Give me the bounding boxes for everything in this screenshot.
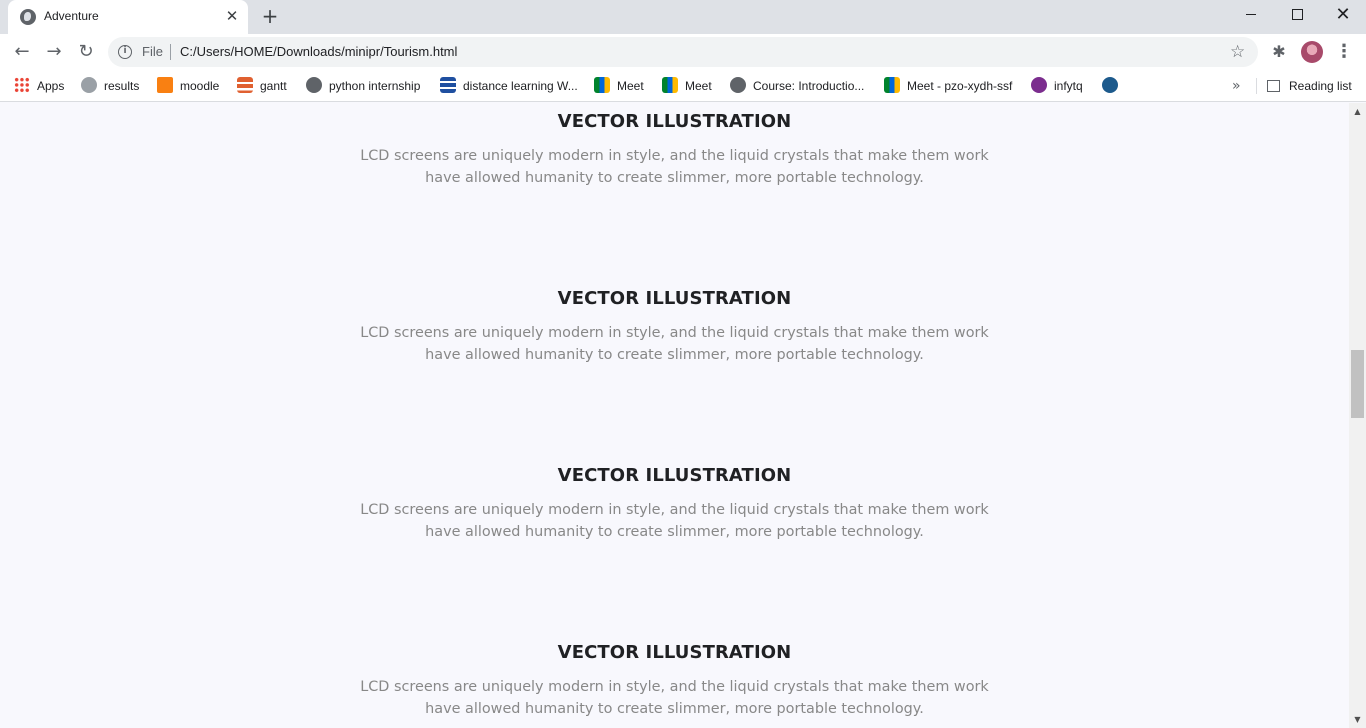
scheme-label: File	[142, 44, 163, 59]
bookmark-moodle[interactable]: moodle	[157, 76, 219, 96]
back-arrow-icon[interactable]: ←	[10, 40, 34, 64]
reload-icon[interactable]: ↻	[74, 40, 98, 64]
bookmark-meet-2[interactable]: Meet	[662, 76, 712, 96]
profile-avatar[interactable]	[1301, 41, 1323, 63]
menu-kebab-icon[interactable]: ⋮	[1334, 41, 1354, 63]
bookmark-apps[interactable]: Apps	[14, 76, 64, 96]
feature-description: LCD screens are uniquely modern in style…	[360, 325, 989, 363]
bookmark-course[interactable]: Course: Introductio...	[730, 76, 864, 96]
infytq-icon	[1031, 77, 1047, 93]
bookmark-label: moodle	[180, 79, 220, 93]
feature-description: LCD screens are uniquely modern in style…	[360, 148, 989, 186]
minimize-button[interactable]	[1228, 0, 1274, 30]
bookmark-infytq[interactable]: infytq	[1031, 76, 1083, 96]
bookmark-label: infytq	[1054, 79, 1083, 93]
bookmark-label: distance learning W...	[463, 79, 578, 93]
feature-title: VECTOR ILLUSTRATION	[557, 288, 792, 309]
scrollbar-thumb[interactable]	[1351, 350, 1364, 418]
globe-icon	[20, 9, 36, 25]
bookmark-label: python internship	[329, 79, 421, 93]
divider	[1256, 78, 1257, 94]
close-tab-icon[interactable]: ✕	[222, 6, 242, 26]
forward-arrow-icon[interactable]: →	[42, 40, 66, 64]
reading-list-icon	[1267, 80, 1280, 92]
apps-grid-icon	[14, 77, 30, 93]
restore-button[interactable]	[1274, 0, 1320, 30]
scroll-up-arrow-icon[interactable]: ▲	[1349, 103, 1366, 120]
tab-strip: Adventure ✕ + ✕	[0, 0, 1366, 34]
bookmark-label: Course: Introductio...	[753, 79, 865, 93]
feature-block: VECTOR ILLUSTRATION LCD screens are uniq…	[0, 286, 1349, 366]
moodle-icon	[157, 77, 173, 93]
address-bar[interactable]: i File C:/Users/HOME/Downloads/minipr/To…	[108, 37, 1258, 67]
meet-icon	[662, 77, 678, 93]
globe-icon	[730, 77, 746, 93]
bookmark-icon	[1102, 77, 1118, 93]
divider	[170, 44, 171, 60]
results-icon	[81, 77, 97, 93]
bookmark-meet-3[interactable]: Meet - pzo-xydh-ssf	[884, 76, 1012, 96]
url-text[interactable]: C:/Users/HOME/Downloads/minipr/Tourism.h…	[180, 44, 457, 59]
reading-list-label: Reading list	[1289, 79, 1352, 93]
bookmark-label: Meet	[617, 79, 644, 93]
bookmark-star-icon[interactable]: ☆	[1230, 42, 1245, 62]
meet-icon	[594, 77, 610, 93]
bookmark-meet-1[interactable]: Meet	[594, 76, 644, 96]
reading-list-button[interactable]: Reading list	[1267, 76, 1352, 96]
bookmark-distance-learning[interactable]: distance learning W...	[440, 76, 578, 96]
bookmark-label: Meet	[685, 79, 712, 93]
feature-title: VECTOR ILLUSTRATION	[557, 465, 792, 486]
feature-block: VECTOR ILLUSTRATION LCD screens are uniq…	[0, 640, 1349, 720]
bookmark-results[interactable]: results	[81, 76, 139, 96]
vertical-scrollbar[interactable]: ▲ ▼	[1349, 103, 1366, 728]
distance-learning-icon	[440, 77, 456, 93]
bookmark-label: results	[104, 79, 140, 93]
bookmarks-bar: Apps results moodle gantt python interns…	[0, 70, 1366, 102]
feature-description: LCD screens are uniquely modern in style…	[360, 502, 989, 540]
browser-toolbar: ← → ↻ i File C:/Users/HOME/Downloads/min…	[0, 34, 1366, 70]
feature-block: VECTOR ILLUSTRATION LCD screens are uniq…	[0, 463, 1349, 543]
bookmark-unlabeled[interactable]	[1102, 76, 1125, 96]
page-viewport: VECTOR ILLUSTRATION LCD screens are uniq…	[0, 103, 1349, 728]
bookmark-python-internship[interactable]: python internship	[306, 76, 420, 96]
bookmark-label: gantt	[260, 79, 287, 93]
feature-title: VECTOR ILLUSTRATION	[557, 111, 792, 132]
meet-icon	[884, 77, 900, 93]
scroll-down-arrow-icon[interactable]: ▼	[1349, 711, 1366, 728]
feature-title: VECTOR ILLUSTRATION	[557, 642, 792, 663]
bookmark-gantt[interactable]: gantt	[237, 76, 287, 96]
feature-description: LCD screens are uniquely modern in style…	[360, 679, 989, 717]
gantt-icon	[237, 77, 253, 93]
extensions-puzzle-icon[interactable]: ✱	[1270, 43, 1288, 61]
close-window-button[interactable]: ✕	[1320, 0, 1366, 30]
bookmarks-overflow-chevron-icon[interactable]: »	[1232, 76, 1241, 96]
feature-block: VECTOR ILLUSTRATION LCD screens are uniq…	[0, 109, 1349, 189]
bookmark-label: Apps	[37, 79, 65, 93]
info-icon[interactable]: i	[118, 45, 132, 59]
new-tab-button[interactable]: +	[259, 5, 281, 27]
tab-adventure[interactable]: Adventure ✕	[8, 0, 248, 34]
globe-icon	[306, 77, 322, 93]
bookmark-label: Meet - pzo-xydh-ssf	[907, 79, 1013, 93]
tab-title: Adventure	[44, 9, 99, 23]
